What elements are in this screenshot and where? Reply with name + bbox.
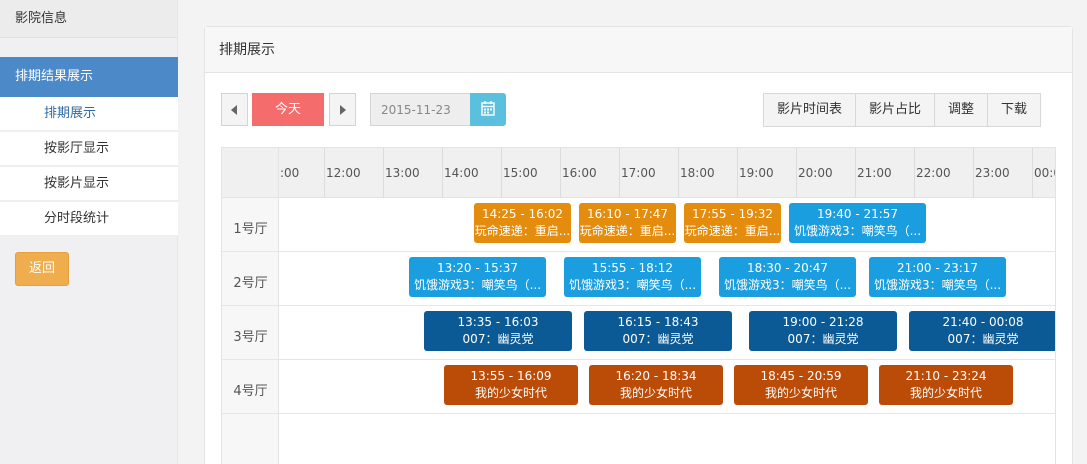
timeline-header: :00 12:00 13:00 14:00 15:00 16:00 17:00 … [222,148,1055,198]
screening-movie: 我的少女时代 [909,386,982,400]
sidebar-subitem-by-hall[interactable]: 按影厅显示 [0,132,178,166]
screening-block[interactable]: 15:55 - 18:12 饥饿游戏3：嘲笑鸟（... [564,257,701,297]
hall-label-2: 2号厅 [233,276,268,291]
schedule-panel: 排期展示 今天 2015-11-23 影片时间表 影片占比 调整 下载 :00 … [204,26,1073,464]
hour-label: 13:00 [383,148,442,198]
sidebar-item-cinema-info[interactable]: 影院信息 [0,0,177,38]
row-divider [222,413,1055,414]
hall-label-4: 4号厅 [233,384,268,399]
screening-time: 16:10 - 17:47 [586,207,669,221]
hour-label: 16:00 [560,148,619,198]
screening-movie: 饥饿游戏3：嘲笑鸟（... [793,224,922,238]
sidebar-item-schedule-results[interactable]: 排期结果展示 [0,57,178,97]
hour-label: 15:00 [501,148,560,198]
screening-block[interactable]: 19:00 - 21:28 007：幽灵党 [749,311,897,351]
screening-time: 13:55 - 16:09 [470,369,552,383]
hour-label: 22:00 [914,148,973,198]
hall-label-1: 1号厅 [233,222,268,237]
screening-movie: 饥饿游戏3：嘲笑鸟（... [723,278,852,292]
back-button[interactable]: 返回 [15,252,69,286]
screening-time: 19:00 - 21:28 [782,315,864,329]
screening-movie: 玩命速递：重启... [474,224,571,238]
date-field[interactable]: 2015-11-23 [370,93,471,126]
sidebar-subitem-time-slot-stats[interactable]: 分时段统计 [0,202,178,236]
prev-day-button[interactable] [221,93,248,126]
screening-block[interactable]: 21:10 - 23:24 我的少女时代 [879,365,1013,405]
next-day-button[interactable] [329,93,356,126]
screening-block[interactable]: 13:20 - 15:37 饥饿游戏3：嘲笑鸟（... [409,257,546,297]
screening-time: 18:30 - 20:47 [746,261,829,275]
hour-label: 19:00 [737,148,796,198]
screening-block[interactable]: 19:40 - 21:57 饥饿游戏3：嘲笑鸟（... [789,203,926,243]
screening-time: 19:40 - 21:57 [816,207,899,221]
screening-block[interactable]: 17:55 - 19:32 玩命速递：重启... [684,203,781,243]
sidebar-subitem-schedule-display[interactable]: 排期展示 [0,97,178,131]
calendar-icon [481,101,495,116]
calendar-button[interactable] [470,93,506,126]
row-divider [222,359,1055,360]
chevron-left-icon [231,105,237,115]
hour-label: 14:00 [442,148,501,198]
schedule-grid: :00 12:00 13:00 14:00 15:00 16:00 17:00 … [221,147,1056,464]
screening-time: 15:55 - 18:12 [591,261,674,275]
hour-label: 23:00 [973,148,1032,198]
screening-movie: 007：幽灵党 [622,332,694,346]
screening-movie: 我的少女时代 [474,386,547,400]
screening-block[interactable]: 13:35 - 16:03 007：幽灵党 [424,311,572,351]
row-divider [222,305,1055,306]
movie-timetable-button[interactable]: 影片时间表 [763,93,857,127]
hour-label: 17:00 [619,148,678,198]
sidebar-subitem-by-movie[interactable]: 按影片显示 [0,167,178,201]
adjust-button[interactable]: 调整 [934,93,989,127]
screening-time: 13:20 - 15:37 [436,261,519,275]
screening-block[interactable]: 16:15 - 18:43 007：幽灵党 [584,311,732,351]
hour-label: 00:0 [1032,148,1055,198]
screening-movie: 我的少女时代 [764,386,837,400]
screening-movie: 玩命速递：重启... [579,224,676,238]
download-button[interactable]: 下载 [987,93,1042,127]
hall-label-3: 3号厅 [233,330,268,345]
screening-time: 16:15 - 18:43 [617,315,699,329]
screening-block[interactable]: 16:20 - 18:34 我的少女时代 [589,365,723,405]
row-divider [222,251,1055,252]
screening-time: 17:55 - 19:32 [691,207,774,221]
hour-label: 18:00 [678,148,737,198]
screening-movie: 007：幽灵党 [462,332,534,346]
panel-title: 排期展示 [205,27,1072,73]
screening-block[interactable]: 14:25 - 16:02 玩命速递：重启... [474,203,571,243]
today-button[interactable]: 今天 [252,93,324,126]
movie-share-button[interactable]: 影片占比 [855,93,936,127]
screening-block[interactable]: 16:10 - 17:47 玩命速递：重启... [579,203,676,243]
hour-label: 20:00 [796,148,855,198]
screening-movie: 玩命速递：重启... [684,224,781,238]
screening-block[interactable]: 21:00 - 23:17 饥饿游戏3：嘲笑鸟（... [869,257,1006,297]
screening-time: 16:20 - 18:34 [615,369,697,383]
screening-block[interactable]: 21:40 - 00:08 007：幽灵党 [909,311,1055,351]
screening-movie: 饥饿游戏3：嘲笑鸟（... [873,278,1002,292]
sidebar: 影院信息 排期结果展示 排期展示 按影厅显示 按影片显示 分时段统计 返回 [0,0,178,464]
screening-block[interactable]: 18:45 - 20:59 我的少女时代 [734,365,868,405]
hall-header-corner [222,148,279,198]
screening-block[interactable]: 13:55 - 16:09 我的少女时代 [444,365,578,405]
screening-block[interactable]: 18:30 - 20:47 饥饿游戏3：嘲笑鸟（... [719,257,856,297]
screening-time: 21:10 - 23:24 [905,369,987,383]
screening-movie: 007：幽灵党 [787,332,859,346]
screening-time: 21:40 - 00:08 [942,315,1024,329]
hour-label: 21:00 [855,148,914,198]
chevron-right-icon [340,105,346,115]
screening-time: 18:45 - 20:59 [760,369,842,383]
screening-movie: 饥饿游戏3：嘲笑鸟（... [413,278,542,292]
screening-time: 13:35 - 16:03 [457,315,539,329]
action-button-group: 影片时间表 影片占比 调整 下载 [763,93,1042,127]
screening-time: 14:25 - 16:02 [481,207,564,221]
screening-movie: 007：幽灵党 [947,332,1019,346]
screening-movie: 饥饿游戏3：嘲笑鸟（... [568,278,697,292]
hour-label: 12:00 [324,148,383,198]
screening-time: 21:00 - 23:17 [896,261,979,275]
screening-movie: 我的少女时代 [619,386,692,400]
